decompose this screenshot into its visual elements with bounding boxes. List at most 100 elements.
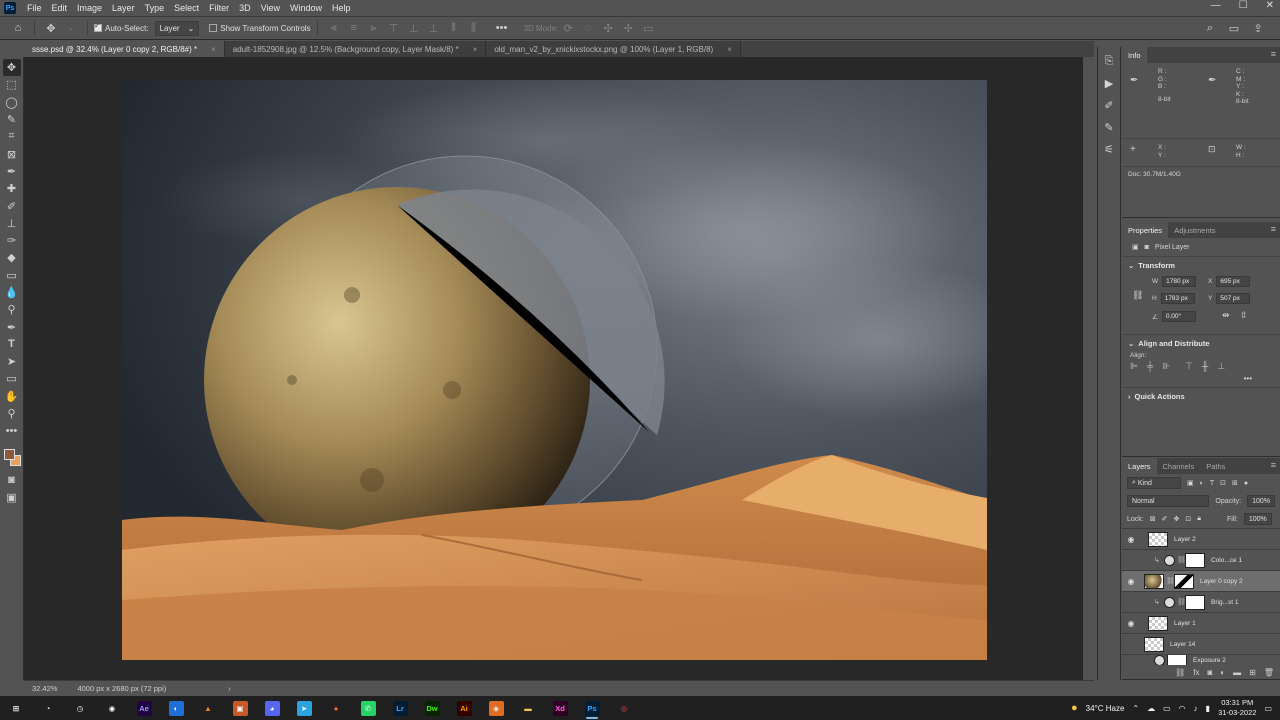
menu-image[interactable]: Image: [72, 3, 107, 13]
menu-3d[interactable]: 3D: [234, 3, 256, 13]
taskbar-task-view-icon[interactable]: ◔: [32, 696, 64, 720]
align-middle-icon[interactable]: ⊥: [406, 20, 422, 36]
layer-row[interactable]: ◉ ⛓ Layer 0 copy 2: [1122, 570, 1280, 591]
marquee-tool-icon[interactable]: ⬚: [3, 76, 21, 93]
chevron-up-icon[interactable]: ⌃: [1132, 704, 1139, 713]
blend-mode-select[interactable]: Normal: [1127, 495, 1210, 507]
new-adjustment-icon[interactable]: ◐: [1220, 668, 1225, 677]
tab-adult[interactable]: adult-1852908.jpg @ 12.5% (Background co…: [224, 41, 487, 57]
taskbar-illustrator-icon[interactable]: Ai: [448, 696, 480, 720]
new-group-icon[interactable]: ▬: [1233, 668, 1241, 677]
more-options-icon[interactable]: •••: [494, 20, 510, 36]
weather-text[interactable]: 34°C Haze: [1086, 704, 1125, 713]
layer-row[interactable]: Layer 14: [1122, 633, 1280, 654]
maximize-button[interactable]: ☐: [1239, 0, 1248, 11]
actions-play-icon[interactable]: ▶: [1101, 75, 1117, 91]
pen-tool-icon[interactable]: ✒: [3, 318, 21, 335]
panel-menu-icon[interactable]: ≡: [1271, 49, 1276, 59]
mask-thumbnail[interactable]: [1174, 573, 1194, 589]
auto-select-dropdown[interactable]: Layer ⌄: [154, 20, 200, 36]
taskbar-file-explorer-icon[interactable]: ▬: [512, 696, 544, 720]
eye-icon[interactable]: ◉: [1122, 535, 1140, 544]
align-bottom-icon[interactable]: ⊥: [426, 20, 442, 36]
shape-tool-icon[interactable]: ▭: [3, 370, 21, 387]
screen-mode-icon[interactable]: ▣: [3, 489, 21, 506]
dodge-tool-icon[interactable]: ⚲: [3, 301, 21, 318]
layer-name[interactable]: Layer 2: [1174, 536, 1196, 543]
filter-toggle-icon[interactable]: ●: [1244, 480, 1248, 487]
quick-mask-icon[interactable]: ◙: [3, 472, 21, 489]
foreground-color-swatch[interactable]: [3, 448, 15, 460]
fill-input[interactable]: 100%: [1243, 513, 1272, 525]
brushes-icon[interactable]: ✎: [1101, 119, 1117, 135]
healing-brush-icon[interactable]: ✚: [3, 180, 21, 197]
lock-transparent-icon[interactable]: ⊠: [1150, 515, 1156, 523]
roll-3d-icon[interactable]: ◌: [580, 20, 596, 36]
eye-icon[interactable]: ◉: [1122, 577, 1140, 586]
layer-name[interactable]: Exposure 2: [1193, 657, 1226, 664]
eyedropper-tool-icon[interactable]: ✒: [3, 163, 21, 180]
menu-layer[interactable]: Layer: [107, 3, 140, 13]
align-right-icon[interactable]: ⊪: [1162, 361, 1170, 372]
brush-tool-icon[interactable]: ✐: [3, 197, 21, 214]
flip-vertical-icon[interactable]: ⇳: [1240, 310, 1248, 321]
taskbar-telegram-icon[interactable]: ➤: [288, 696, 320, 720]
clone-stamp-icon[interactable]: ⊥: [3, 215, 21, 232]
battery-icon[interactable]: ▮: [1206, 704, 1210, 713]
filter-type-icon[interactable]: T: [1210, 480, 1214, 487]
slide-3d-icon[interactable]: ✢: [620, 20, 636, 36]
onedrive-icon[interactable]: ☁: [1147, 704, 1155, 713]
taskbar-app-clock-icon[interactable]: ◷: [64, 696, 96, 720]
align-top-icon[interactable]: ⊤: [386, 20, 402, 36]
taskbar-app-orange-icon[interactable]: ◈: [480, 696, 512, 720]
home-icon[interactable]: ⌂: [10, 20, 26, 36]
crop-tool-icon[interactable]: ⌗: [3, 128, 21, 145]
clock[interactable]: 03:31 PM 31-03-2022: [1218, 698, 1256, 718]
quick-select-tool-icon[interactable]: ✎: [3, 111, 21, 128]
taskbar-chrome-icon[interactable]: ◎: [608, 696, 640, 720]
fx-icon[interactable]: fx: [1193, 668, 1199, 677]
layer-name[interactable]: Layer 1: [1174, 620, 1196, 627]
taskbar-xd-icon[interactable]: Xd: [544, 696, 576, 720]
taskbar-vlc-icon[interactable]: ▲: [192, 696, 224, 720]
taskbar-after-effects-icon[interactable]: Ae: [128, 696, 160, 720]
distribute-vertical-icon[interactable]: ⫼: [466, 20, 482, 36]
layer-name[interactable]: Layer 14: [1170, 641, 1195, 648]
opacity-input[interactable]: 100%: [1247, 495, 1275, 507]
layer-name[interactable]: Layer 0 copy 2: [1200, 578, 1243, 585]
tab-paths[interactable]: Paths: [1200, 458, 1231, 474]
move-tool-icon[interactable]: ✥: [2, 59, 21, 77]
add-mask-icon[interactable]: ◙: [1207, 668, 1212, 677]
flip-horizontal-icon[interactable]: ⇹: [1222, 310, 1230, 321]
align-right-icon[interactable]: ⫸: [366, 20, 382, 36]
lock-move-icon[interactable]: ✥: [1173, 515, 1179, 523]
tab-channels[interactable]: Channels: [1157, 458, 1201, 474]
filter-shape-icon[interactable]: ⊡: [1220, 479, 1226, 487]
lock-brush-icon[interactable]: ✐: [1162, 515, 1168, 523]
menu-help[interactable]: Help: [327, 3, 356, 13]
tab-info[interactable]: Info: [1122, 47, 1147, 63]
taskbar-dreamweaver-icon[interactable]: Dw: [416, 696, 448, 720]
link-icon[interactable]: ⛓: [1177, 556, 1186, 564]
type-tool-icon[interactable]: T: [3, 336, 21, 353]
quick-actions-header[interactable]: › Quick Actions: [1122, 387, 1280, 405]
eye-icon[interactable]: ◉: [1122, 619, 1140, 628]
menu-file[interactable]: File: [22, 3, 47, 13]
filter-smart-object-icon[interactable]: ⊞: [1232, 479, 1238, 487]
tab-old-man[interactable]: old_man_v2_by_xnickixstockx.png @ 100% (…: [486, 41, 741, 57]
orbit-3d-icon[interactable]: ⟳: [560, 20, 576, 36]
lock-all-icon[interactable]: 🔒︎: [1197, 515, 1201, 523]
more-align-options[interactable]: •••: [1122, 374, 1280, 383]
search-icon[interactable]: ⌕: [1202, 20, 1218, 36]
volume-icon[interactable]: ♪: [1194, 704, 1198, 713]
minimize-button[interactable]: —: [1211, 0, 1221, 11]
link-layers-icon[interactable]: ⛓: [1175, 668, 1185, 677]
menu-select[interactable]: Select: [169, 3, 204, 13]
weather-icon[interactable]: ●: [1071, 702, 1078, 714]
align-center-icon[interactable]: ≡: [346, 20, 362, 36]
display-icon[interactable]: ▭: [1163, 704, 1171, 713]
link-icon[interactable]: ⛓: [1132, 290, 1143, 301]
history-icon[interactable]: ⎘: [1101, 53, 1117, 69]
angle-input[interactable]: 0.00°: [1161, 311, 1196, 322]
menu-filter[interactable]: Filter: [204, 3, 234, 13]
